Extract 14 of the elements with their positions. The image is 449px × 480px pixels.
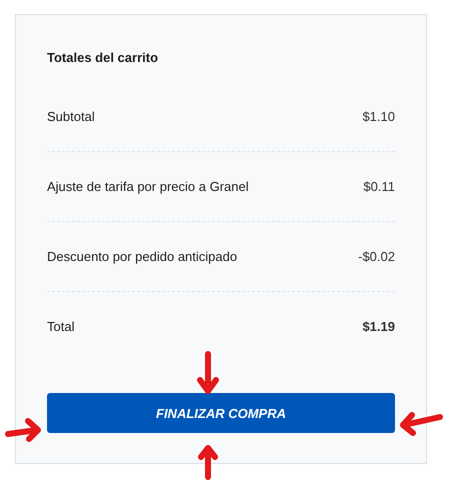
arrow-icon bbox=[4, 416, 42, 444]
row-label: Total bbox=[47, 318, 74, 334]
row-amount: $1.19 bbox=[362, 318, 395, 334]
panel-title: Totales del carrito bbox=[47, 49, 160, 67]
arrow-icon bbox=[198, 444, 218, 480]
row-amount: $1.10 bbox=[362, 109, 395, 124]
checkout-button[interactable]: FINALIZAR COMPRA bbox=[47, 393, 395, 433]
arrow-icon bbox=[196, 350, 220, 396]
arrow-icon bbox=[398, 411, 444, 437]
row-amount: $0.11 bbox=[363, 179, 395, 194]
row-amount: -$0.02 bbox=[358, 249, 395, 264]
row-label: Descuento por pedido anticipado bbox=[47, 249, 238, 264]
row-label: Ajuste de tarifa por precio a Granel bbox=[47, 179, 249, 194]
row-label: Subtotal bbox=[47, 109, 95, 124]
